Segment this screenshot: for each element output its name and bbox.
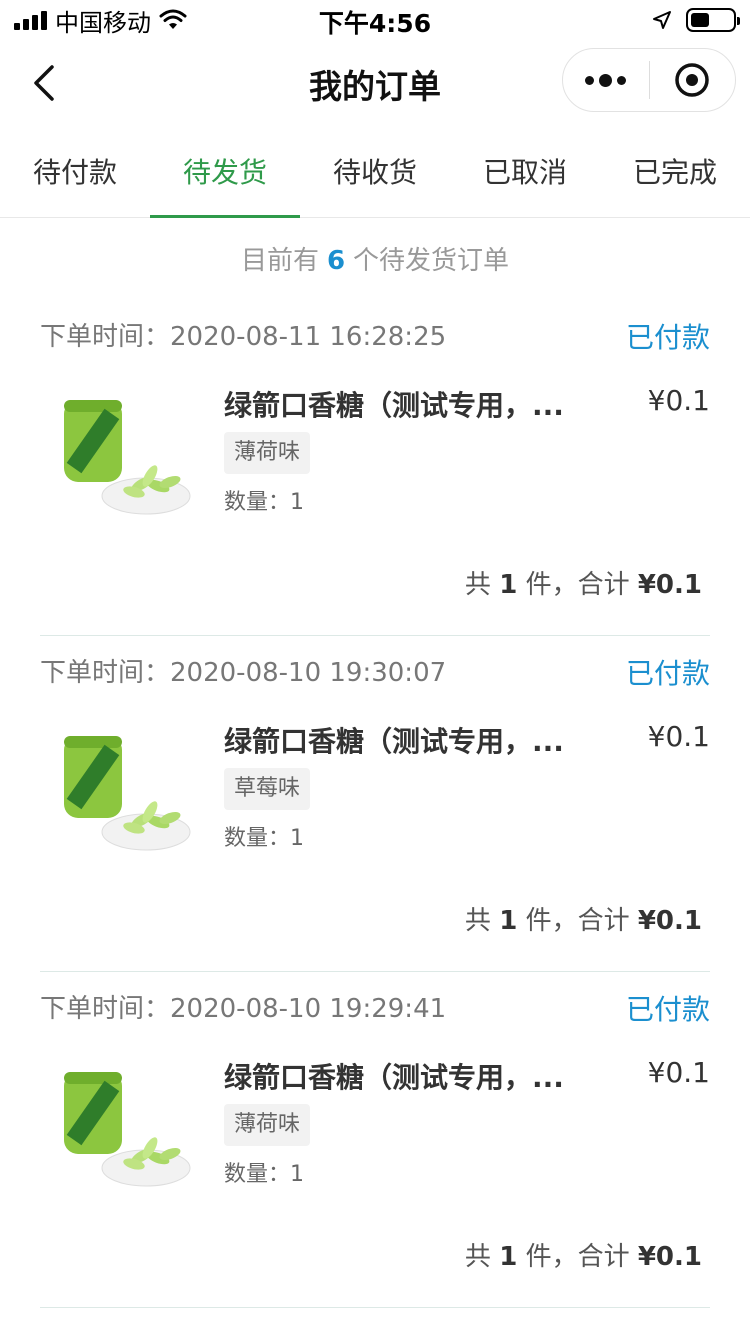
gum-product-thumbnail (64, 1072, 191, 1187)
tab-pending-shipment[interactable]: 待发货 (150, 128, 300, 218)
variant-tag: 薄荷味 (224, 432, 311, 474)
order-time-value: 2020-08-11 16:28:25 (170, 322, 447, 352)
total-amount: ¥0.1 (637, 906, 702, 936)
summary-prefix: 目前有 (240, 246, 319, 276)
gum-product-thumbnail (64, 736, 191, 851)
total-middle: 件，合计 (525, 1242, 630, 1272)
gum-product-thumbnail (64, 400, 191, 515)
total-amount: ¥0.1 (637, 570, 702, 600)
order-status: 已付款 (625, 657, 710, 690)
nav-bar: 我的订单 (0, 40, 750, 128)
product-price: ¥0.1 (647, 720, 710, 753)
quantity-label: 数量： (224, 826, 291, 851)
total-prefix: 共 (464, 570, 491, 600)
total-amount: ¥0.1 (637, 1242, 702, 1272)
order-total: 共 1 件，合计 ¥0.1 (465, 564, 702, 601)
order-card[interactable]: 下单时间：2020-08-10 19:30:07 已付款 绿箭口香糖（测试专用，… (40, 636, 710, 972)
total-count: 1 (499, 570, 518, 600)
quantity: 数量：1 (224, 1156, 304, 1188)
tab-pending-payment[interactable]: 待付款 (0, 128, 150, 218)
order-time-label: 下单时间： (40, 322, 171, 352)
quantity-value: 1 (290, 1162, 305, 1187)
quantity: 数量：1 (224, 820, 304, 852)
quantity-label: 数量： (224, 1162, 291, 1187)
order-status: 已付款 (625, 321, 710, 354)
order-time-value: 2020-08-10 19:30:07 (170, 658, 447, 688)
order-time: 下单时间：2020-08-10 19:29:41 (40, 988, 446, 1025)
status-time: 下午4:56 (318, 9, 432, 38)
battery-icon (686, 8, 740, 32)
tab-completed[interactable]: 已完成 (600, 128, 750, 218)
more-icon (585, 75, 595, 85)
order-time-label: 下单时间： (40, 994, 171, 1024)
order-time-label: 下单时间： (40, 658, 171, 688)
total-prefix: 共 (464, 906, 491, 936)
total-count: 1 (499, 1242, 518, 1272)
order-time: 下单时间：2020-08-10 19:30:07 (40, 652, 446, 689)
total-count: 1 (499, 906, 518, 936)
summary-suffix: 个待发货订单 (353, 246, 510, 276)
mini-program-capsule (562, 48, 736, 112)
product-name: 绿箭口香糖（测试专用，... (224, 1061, 564, 1094)
total-middle: 件，合计 (525, 906, 630, 936)
product-price: ¥0.1 (647, 1056, 710, 1089)
summary-count: 6 (326, 246, 346, 276)
variant-tag: 草莓味 (224, 768, 311, 810)
order-card[interactable]: 下单时间：2020-08-11 16:28:25 已付款 绿箭口香糖（测试专用，… (40, 300, 710, 636)
tab-cancelled[interactable]: 已取消 (450, 128, 600, 218)
close-target-icon (675, 63, 709, 97)
order-tabs: 待付款 待发货 待收货 已取消 已完成 (0, 128, 750, 218)
order-time: 下单时间：2020-08-11 16:28:25 (40, 316, 446, 353)
variant-tag: 薄荷味 (224, 1104, 311, 1146)
total-middle: 件，合计 (525, 570, 630, 600)
tab-pending-receipt[interactable]: 待收货 (300, 128, 450, 218)
product-name: 绿箭口香糖（测试专用，... (224, 389, 564, 422)
order-card[interactable]: 下单时间：2020-08-10 19:29:41 已付款 绿箭口香糖（测试专用，… (40, 972, 710, 1308)
quantity-label: 数量： (224, 490, 291, 515)
battery-level (691, 13, 709, 27)
order-time-value: 2020-08-10 19:29:41 (170, 994, 447, 1024)
order-total: 共 1 件，合计 ¥0.1 (465, 900, 702, 937)
quantity: 数量：1 (224, 484, 304, 516)
location-arrow-icon (653, 11, 671, 29)
product-price: ¥0.1 (647, 384, 710, 417)
status-right (652, 8, 740, 32)
order-count-summary: 目前有 6 个待发货订单 (0, 240, 750, 277)
order-status: 已付款 (625, 993, 710, 1026)
more-button[interactable] (563, 48, 649, 112)
quantity-value: 1 (290, 826, 305, 851)
order-total: 共 1 件，合计 ¥0.1 (465, 1236, 702, 1273)
close-button[interactable] (650, 48, 736, 112)
total-prefix: 共 (464, 1242, 491, 1272)
product-name: 绿箭口香糖（测试专用，... (224, 725, 564, 758)
status-bar: 中国移动 下午4:56 (0, 0, 750, 40)
quantity-value: 1 (290, 490, 305, 515)
